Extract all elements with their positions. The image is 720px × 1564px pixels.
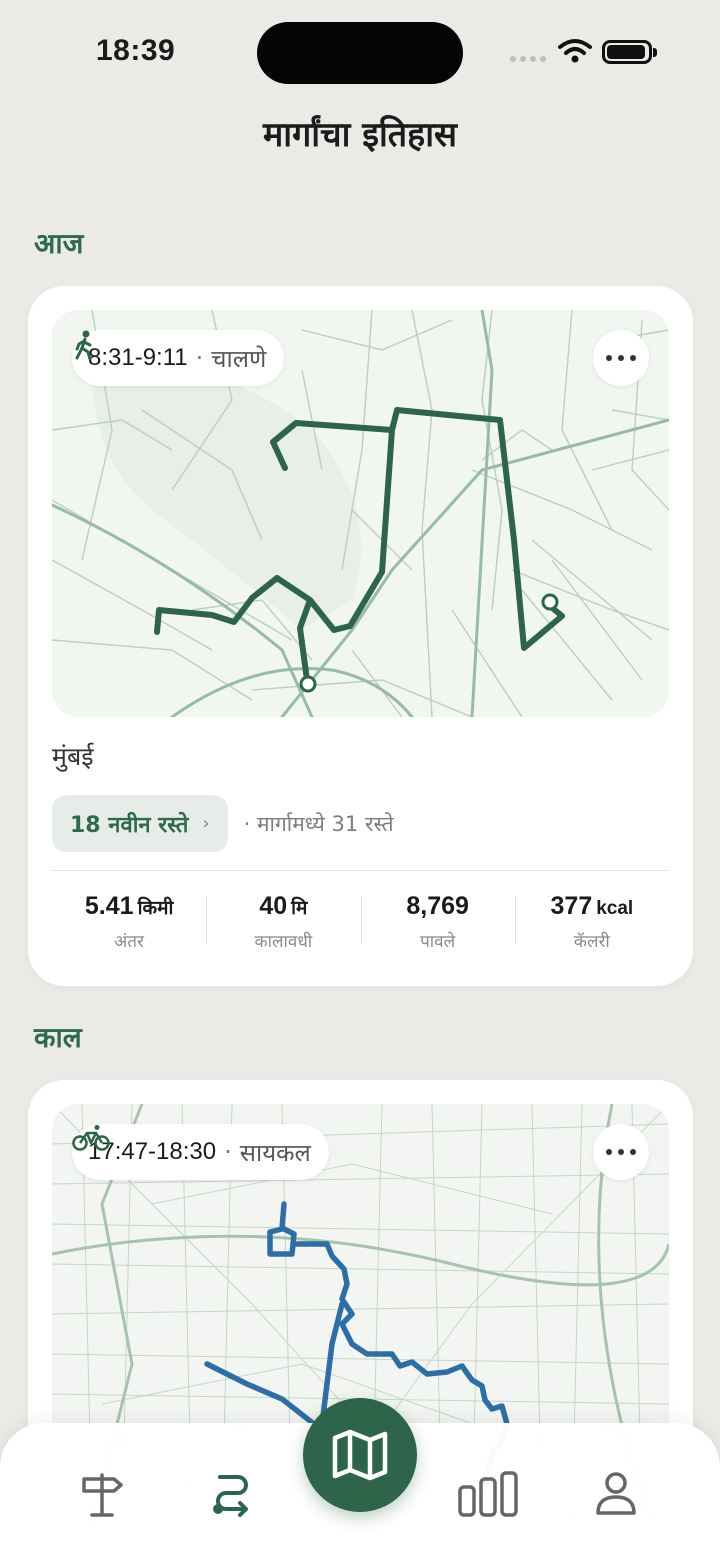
route-map-today[interactable]: 8:31-9:11 · चालणे bbox=[52, 310, 669, 717]
bicycle-icon bbox=[72, 1125, 110, 1151]
activity-time-range: 8:31-9:11 bbox=[88, 344, 188, 371]
stat-duration-unit: मि bbox=[291, 898, 308, 919]
section-label-yesterday: काल bbox=[34, 1021, 82, 1054]
stat-duration-label: कालावधी bbox=[254, 932, 313, 952]
stat-calories-label: कॅलरी bbox=[573, 932, 610, 952]
stat-steps-value: 8,769 bbox=[406, 892, 469, 920]
signpost-icon bbox=[82, 1473, 123, 1517]
activity-separator: · bbox=[195, 344, 204, 372]
more-dots-icon bbox=[606, 1149, 612, 1155]
tab-signpost[interactable] bbox=[72, 1463, 132, 1523]
map-icon bbox=[332, 1429, 388, 1481]
walking-icon bbox=[75, 330, 92, 360]
roads-row: 18 नवीन रस्ते › · मार्गामध्ये 31 रस्ते bbox=[52, 795, 394, 852]
battery-icon bbox=[602, 40, 657, 64]
stat-calories-value: 377 bbox=[550, 892, 593, 920]
stat-steps-label: पावले bbox=[420, 932, 456, 952]
routes-icon bbox=[213, 1475, 248, 1517]
stat-distance-value: 5.41 bbox=[84, 892, 134, 920]
activity-type: चालणे bbox=[211, 344, 267, 373]
stat-distance-unit: किमी bbox=[137, 898, 174, 919]
tab-routes[interactable] bbox=[202, 1463, 262, 1523]
activity-separator-yesterday: · bbox=[224, 1138, 232, 1166]
dynamic-island bbox=[257, 22, 463, 84]
activity-card-today[interactable]: 8:31-9:11 · चालणे मुंबई 18 नवीन रस्ते › … bbox=[28, 286, 693, 986]
page-title: मार्गांचा इतिहास bbox=[262, 115, 458, 155]
section-label-today: आज bbox=[34, 227, 84, 260]
stat-calories: 377 kcal कॅलरी bbox=[514, 886, 669, 966]
more-options-button[interactable] bbox=[593, 330, 649, 386]
status-bar: 18:39 bbox=[0, 0, 720, 100]
profile-icon bbox=[596, 1472, 636, 1515]
status-time: 18:39 bbox=[96, 34, 176, 67]
stat-steps: 8,769 पावले bbox=[360, 886, 515, 966]
tab-profile[interactable] bbox=[586, 1463, 646, 1523]
tab-map[interactable] bbox=[303, 1398, 417, 1512]
cellular-signal-icon bbox=[510, 56, 546, 62]
more-dots-icon bbox=[606, 355, 612, 361]
tab-stats[interactable] bbox=[458, 1463, 518, 1523]
total-roads-text: मार्गामध्ये 31 रस्ते bbox=[256, 811, 394, 836]
new-roads-button[interactable]: 18 नवीन रस्ते › bbox=[52, 795, 228, 852]
stat-distance-label: अंतर bbox=[114, 932, 144, 952]
activity-stats: 5.41 किमी अंतर 40 मि कालावधी 8,769 पावले 3… bbox=[52, 886, 669, 966]
new-roads-label: 18 नवीन रस्ते bbox=[70, 812, 189, 838]
wifi-icon bbox=[558, 39, 592, 63]
stats-icon bbox=[458, 1471, 518, 1517]
stat-distance: 5.41 किमी अंतर bbox=[52, 886, 206, 966]
more-options-button-yesterday[interactable] bbox=[593, 1124, 649, 1180]
activity-time-pill: 8:31-9:11 · चालणे bbox=[72, 330, 285, 386]
stat-duration: 40 मि कालावधी bbox=[206, 886, 360, 966]
stat-duration-value: 40 bbox=[259, 892, 288, 920]
activity-type-yesterday: सायकल bbox=[239, 1138, 311, 1167]
activity-city: मुंबई bbox=[52, 742, 94, 771]
activity-time-pill-yesterday: 17:47-18:30 · सायकल bbox=[72, 1124, 329, 1180]
total-roads-label: · मार्गामध्ये 31 रस्ते bbox=[243, 811, 394, 836]
stat-calories-unit: kcal bbox=[596, 898, 634, 919]
chevron-right-icon: › bbox=[202, 813, 210, 834]
stats-divider bbox=[52, 870, 669, 871]
